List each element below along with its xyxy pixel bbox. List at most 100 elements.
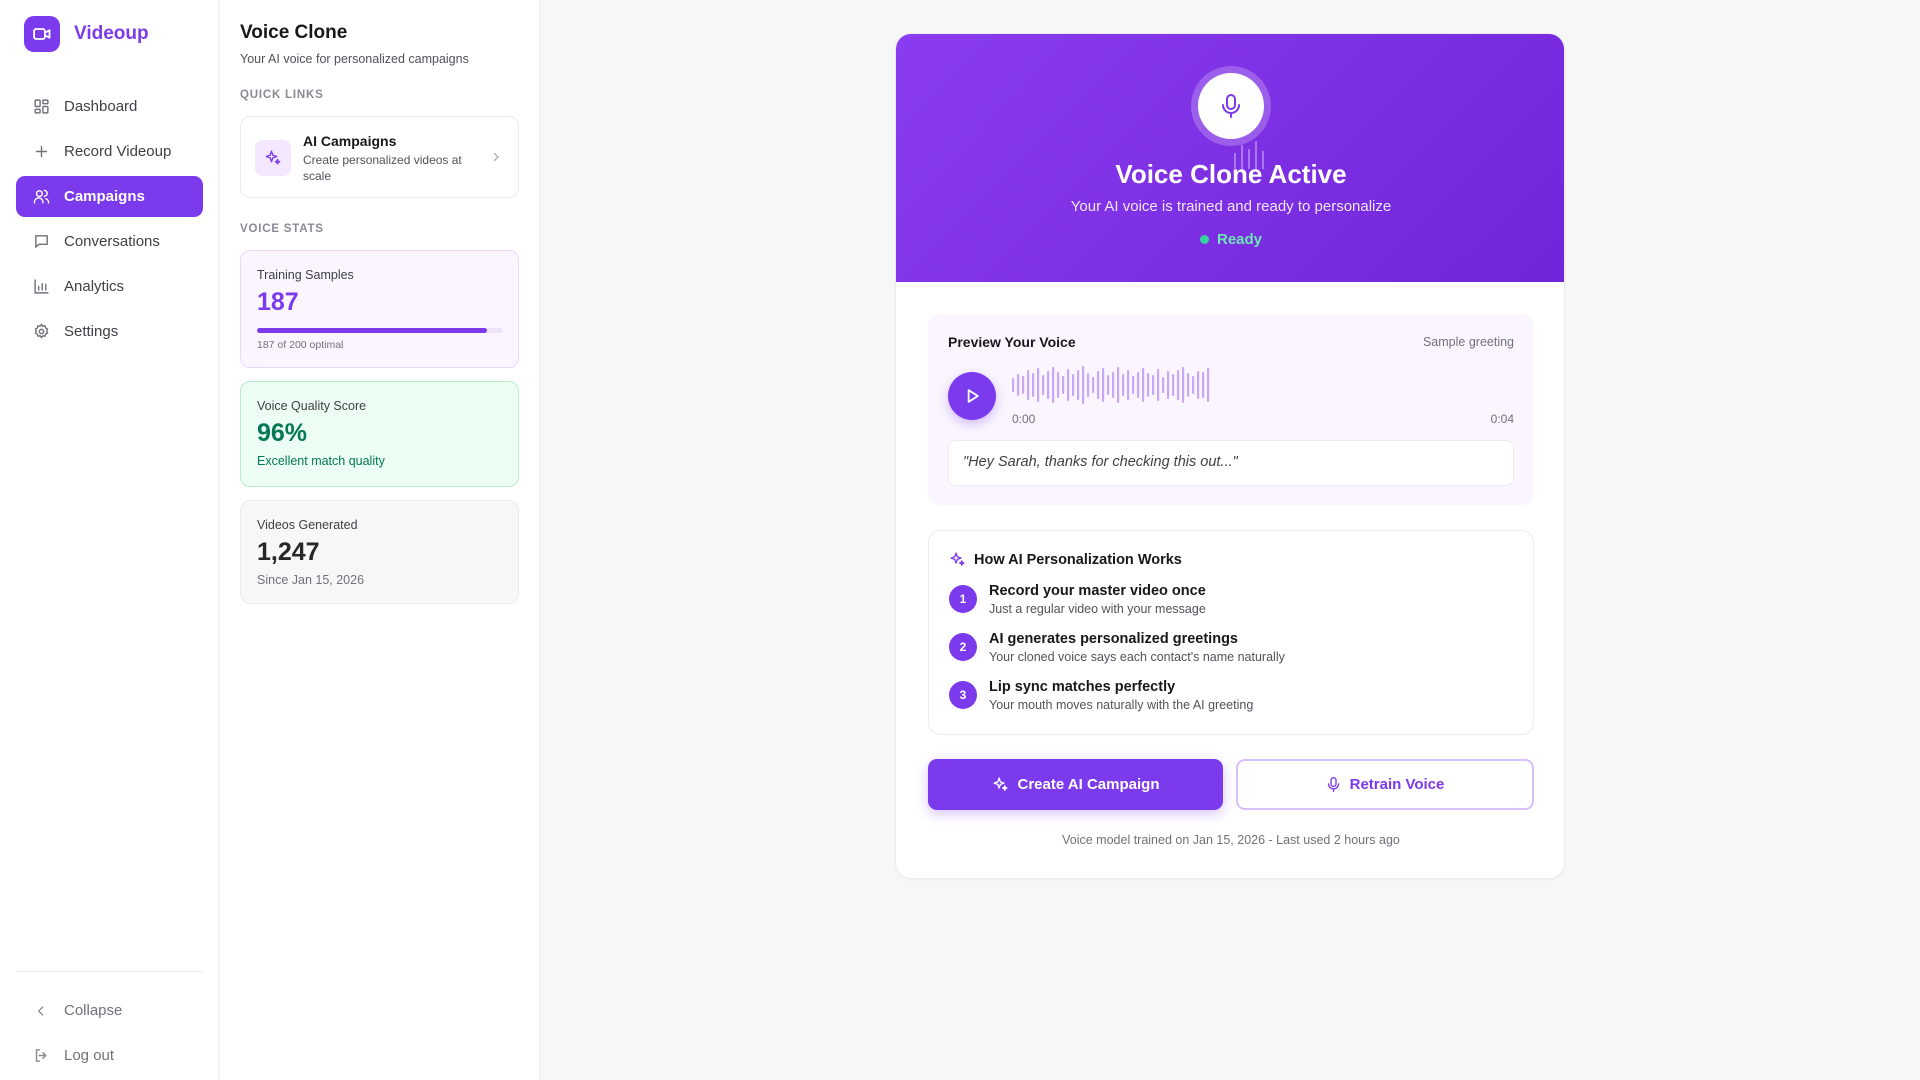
- waveform-bar: [1057, 372, 1060, 398]
- button-label: Create AI Campaign: [1017, 776, 1160, 793]
- waveform-bar: [1072, 374, 1075, 396]
- nav-item-record-videoup[interactable]: Record Videoup: [16, 131, 203, 172]
- waveform-bar: [1147, 373, 1150, 397]
- nav-item-analytics[interactable]: Analytics: [16, 266, 203, 307]
- nav-bottom: Collapse Log out: [16, 971, 203, 1080]
- step-number: 2: [949, 633, 977, 661]
- status-text: Ready: [1216, 231, 1263, 248]
- step-item: 1 Record your master video once Just a r…: [949, 583, 1509, 623]
- stat-voice-quality: Voice Quality Score 96% Excellent match …: [240, 381, 519, 487]
- waveform-bar: [1167, 371, 1170, 399]
- stat-value: 1,247: [257, 538, 320, 566]
- sample-quote: "Hey Sarah, thanks for checking this out…: [948, 440, 1514, 486]
- step-number: 1: [949, 585, 977, 613]
- waveform-bar: [1097, 371, 1100, 399]
- voice-stats-label: VOICE STATS: [240, 223, 324, 235]
- waveform-bar: [1122, 374, 1125, 396]
- quick-link-ai-campaigns[interactable]: AI Campaigns Create personalized videos …: [240, 116, 519, 198]
- waveform-bar: [1152, 375, 1155, 395]
- plus-icon: [32, 143, 50, 161]
- waveform-bar: [1207, 368, 1210, 402]
- stat-footnote: 187 of 200 optimal: [257, 339, 344, 351]
- waveform-bar: [1027, 370, 1030, 400]
- waveform-bar: [1077, 370, 1080, 400]
- time-start: 0:00: [1012, 412, 1036, 426]
- hero-subtitle: Your AI voice is trained and ready to pe…: [1070, 198, 1392, 215]
- waveform-bar: [1037, 368, 1040, 402]
- waveform-bar: [1062, 376, 1065, 394]
- stat-value: 187: [257, 288, 299, 316]
- waveform-bar: [1142, 368, 1145, 402]
- collapse-label: Collapse: [64, 1002, 123, 1019]
- waveform-bar: [1137, 372, 1140, 398]
- waveform-bar: [1127, 370, 1130, 400]
- play-button[interactable]: [948, 372, 996, 420]
- bar-chart-icon: [32, 278, 50, 296]
- waveform-bar: [1052, 367, 1055, 403]
- stat-footnote: Since Jan 15, 2026: [257, 573, 365, 587]
- waveform-bar: [1017, 374, 1020, 396]
- waveform-bar: [1202, 372, 1205, 398]
- voice-clone-hero: Voice Clone Active Your AI voice is trai…: [896, 34, 1564, 282]
- stat-label: Training Samples: [257, 268, 354, 282]
- waveform-bar: [1112, 372, 1115, 398]
- waveform-bar: [1117, 367, 1120, 403]
- quick-link-description: Create personalized videos at scale: [303, 153, 462, 183]
- stat-footnote: Excellent match quality: [257, 454, 385, 468]
- step-number: 3: [949, 681, 977, 709]
- sparkles-icon: [992, 776, 1009, 793]
- how-it-works: How AI Personalization Works 1 Record yo…: [928, 530, 1534, 735]
- audio-waveform[interactable]: [1012, 365, 1222, 405]
- chat-icon: [32, 233, 50, 251]
- brand[interactable]: Videoup: [24, 16, 149, 52]
- step-description: Your mouth moves naturally with the AI g…: [989, 698, 1254, 712]
- nav-item-label: Settings: [64, 323, 119, 340]
- waveform-bar: [1067, 369, 1070, 401]
- sidebar-nav: Videoup Dashboard Record Videoup Campaig…: [0, 0, 219, 1080]
- nav-item-dashboard[interactable]: Dashboard: [16, 86, 203, 127]
- stat-value: 96%: [257, 419, 308, 447]
- time-end: 0:04: [1490, 412, 1514, 426]
- waveform-bar: [1107, 375, 1110, 395]
- waveform-bar: [1092, 377, 1095, 393]
- step-title: AI generates personalized greetings: [989, 631, 1238, 647]
- model-footnote: Voice model trained on Jan 15, 2026 - La…: [1062, 833, 1400, 847]
- chevron-right-icon: [490, 150, 502, 164]
- chevron-left-icon: [32, 1002, 50, 1020]
- nav-item-conversations[interactable]: Conversations: [16, 221, 203, 262]
- collapse-button[interactable]: Collapse: [16, 990, 203, 1031]
- waveform-bar: [1022, 376, 1025, 394]
- sparkles-icon: [949, 551, 966, 568]
- waveform-bar: [1087, 373, 1090, 397]
- stat-videos-generated: Videos Generated 1,247 Since Jan 15, 202…: [240, 500, 519, 604]
- step-item: 3 Lip sync matches perfectly Your mouth …: [949, 679, 1509, 719]
- stat-label: Videos Generated: [257, 518, 358, 532]
- voice-clone-card: Voice Clone Active Your AI voice is trai…: [895, 33, 1565, 879]
- status-dot: [1199, 235, 1209, 244]
- panel-title: Voice Clone: [240, 22, 348, 43]
- quick-link-title: AI Campaigns: [303, 133, 397, 149]
- status-badge: Ready: [896, 231, 1564, 248]
- voice-preview: Preview Your Voice Sample greeting 0:00 …: [928, 314, 1534, 505]
- quick-links-label: QUICK LINKS: [240, 89, 324, 101]
- waveform-bar: [1042, 375, 1045, 395]
- play-icon: [967, 389, 979, 403]
- logout-button[interactable]: Log out: [16, 1035, 203, 1076]
- waveform-bar: [1182, 367, 1185, 403]
- retrain-voice-button[interactable]: Retrain Voice: [1236, 759, 1534, 810]
- waveform-bar: [1032, 373, 1035, 397]
- training-progress-fill: [257, 328, 487, 333]
- how-it-works-title: How AI Personalization Works: [974, 551, 1182, 568]
- nav-item-campaigns[interactable]: Campaigns: [16, 176, 203, 217]
- create-ai-campaign-button[interactable]: Create AI Campaign: [928, 759, 1223, 810]
- step-title: Lip sync matches perfectly: [989, 679, 1176, 695]
- microphone-badge: [1191, 66, 1271, 146]
- voice-clone-panel: Voice Clone Your AI voice for personaliz…: [220, 0, 540, 1080]
- waveform-bar: [1177, 370, 1180, 400]
- nav-item-label: Campaigns: [64, 188, 145, 205]
- sparkles-icon: [255, 140, 291, 176]
- waveform-bar: [1162, 377, 1165, 393]
- nav-item-settings[interactable]: Settings: [16, 311, 203, 352]
- logout-icon: [32, 1047, 50, 1065]
- waveform-bar: [1102, 368, 1105, 402]
